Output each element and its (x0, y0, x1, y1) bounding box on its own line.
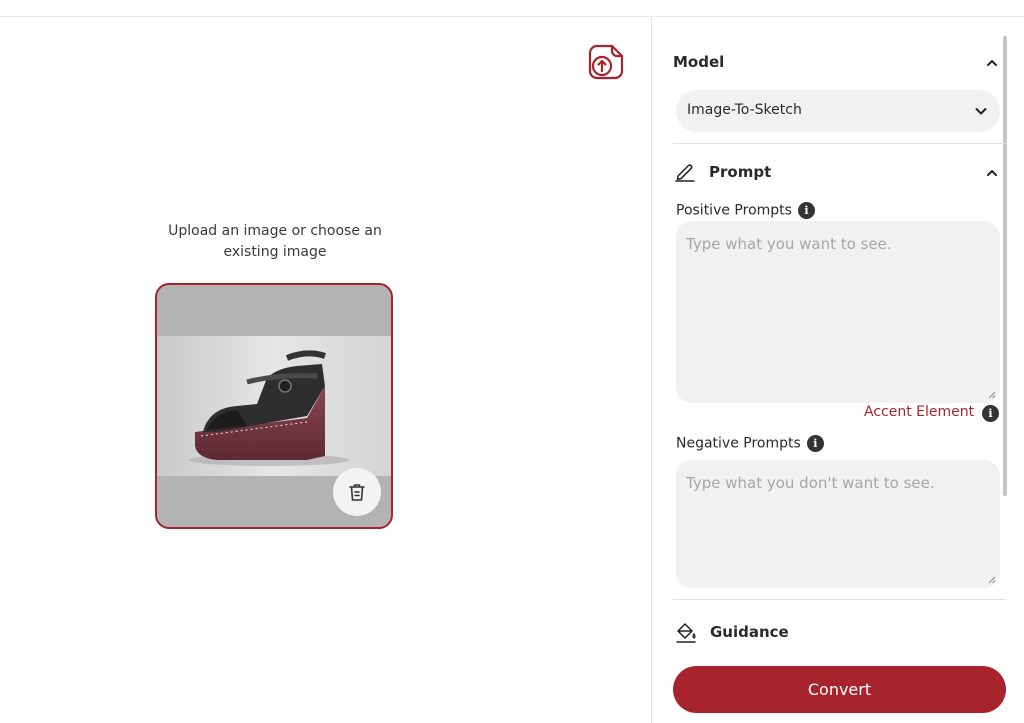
section-divider (673, 143, 1006, 144)
info-icon[interactable]: i (797, 202, 815, 219)
positive-prompt-input[interactable]: Type what you want to see. (676, 221, 1000, 403)
chevron-up-icon[interactable] (985, 166, 999, 180)
section-divider (673, 599, 1006, 600)
model-section-title: Model (673, 53, 725, 71)
resize-handle-icon[interactable] (988, 576, 996, 584)
paint-bucket-icon (676, 623, 696, 643)
upload-hint-text: Upload an image or choose an existing im… (168, 223, 382, 260)
pencil-icon (675, 164, 695, 182)
negative-prompt-placeholder: Type what you don't want to see. (686, 474, 935, 492)
model-select-value: Image-To-Sketch (687, 102, 802, 118)
prompt-section-title: Prompt (709, 163, 772, 181)
chevron-down-icon (975, 108, 987, 115)
shoe-image (157, 336, 391, 476)
delete-image-button[interactable] (333, 468, 381, 516)
negative-prompt-input[interactable]: Type what you don't want to see. (676, 460, 1000, 588)
convert-button[interactable]: Convert (673, 666, 1006, 713)
selected-image-card[interactable] (155, 283, 393, 529)
upload-sticker-icon (588, 44, 624, 80)
chevron-up-icon[interactable] (985, 56, 999, 70)
positive-prompts-label: Positive Prompts i (676, 202, 815, 219)
guidance-section-title[interactable]: Guidance (710, 623, 789, 641)
positive-prompt-placeholder: Type what you want to see. (686, 235, 892, 253)
upload-image-button[interactable] (588, 44, 624, 80)
trash-icon (349, 484, 365, 501)
resize-handle-icon[interactable] (988, 391, 996, 399)
info-icon[interactable]: i (806, 435, 824, 452)
model-select[interactable]: Image-To-Sketch (676, 90, 1000, 132)
accent-element-link[interactable]: Accent Element (864, 404, 974, 420)
info-icon[interactable]: i (982, 405, 999, 422)
panel-scrollbar[interactable] (1003, 36, 1007, 496)
negative-prompts-label: Negative Prompts i (676, 435, 824, 452)
